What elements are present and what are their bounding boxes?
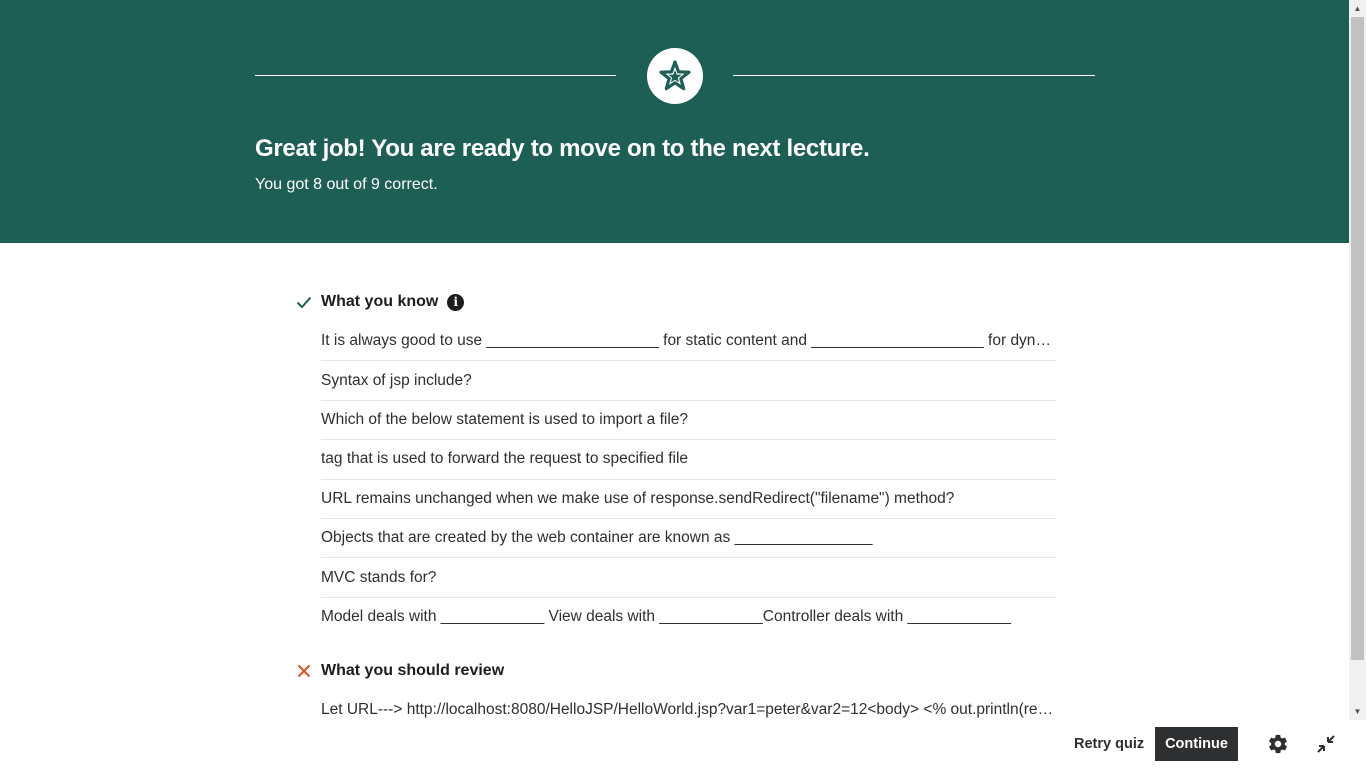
review-header: What you should review <box>295 659 504 683</box>
continue-button[interactable]: Continue <box>1155 727 1238 761</box>
known-question-item[interactable]: It is always good to use _______________… <box>321 322 1056 362</box>
quiz-footer: Retry quiz Continue <box>0 720 1366 768</box>
what-you-know-label: What you know <box>321 293 439 310</box>
retry-quiz-button[interactable]: Retry quiz <box>1066 727 1152 761</box>
known-question-item[interactable]: tag that is used to forward the request … <box>321 440 1056 480</box>
scroll-up-arrow-icon[interactable]: ▲ <box>1349 0 1366 17</box>
star-badge <box>647 48 703 104</box>
known-question-item[interactable]: Which of the below statement is used to … <box>321 401 1056 441</box>
page-scrollbar[interactable]: ▲ ▼ <box>1349 0 1366 720</box>
scroll-thumb[interactable] <box>1351 17 1364 660</box>
known-question-item[interactable]: Objects that are created by the web cont… <box>321 519 1056 559</box>
score-text: You got 8 out of 9 correct. <box>255 176 438 193</box>
gear-icon[interactable] <box>1266 732 1290 756</box>
what-you-know-header: What you know i <box>295 290 465 314</box>
known-question-list: It is always good to use _______________… <box>321 322 1056 637</box>
scroll-down-arrow-icon[interactable]: ▼ <box>1349 703 1366 720</box>
header-divider-right <box>733 75 1095 76</box>
known-question-item[interactable]: URL remains unchanged when we make use o… <box>321 480 1056 519</box>
x-icon <box>295 662 313 680</box>
header-divider-left <box>255 75 616 76</box>
review-label: What you should review <box>321 662 505 679</box>
exit-fullscreen-icon[interactable] <box>1314 732 1338 756</box>
info-icon[interactable]: i <box>447 293 465 311</box>
star-icon <box>659 60 691 91</box>
known-question-item[interactable]: Syntax of jsp include? <box>321 361 1056 401</box>
results-header: Great job! You are ready to move on to t… <box>0 0 1349 243</box>
result-title: Great job! You are ready to move on to t… <box>255 135 870 162</box>
known-question-item[interactable]: MVC stands for? <box>321 558 1056 598</box>
known-question-item[interactable]: Model deals with ____________ View deals… <box>321 598 1056 637</box>
check-icon <box>295 293 313 311</box>
